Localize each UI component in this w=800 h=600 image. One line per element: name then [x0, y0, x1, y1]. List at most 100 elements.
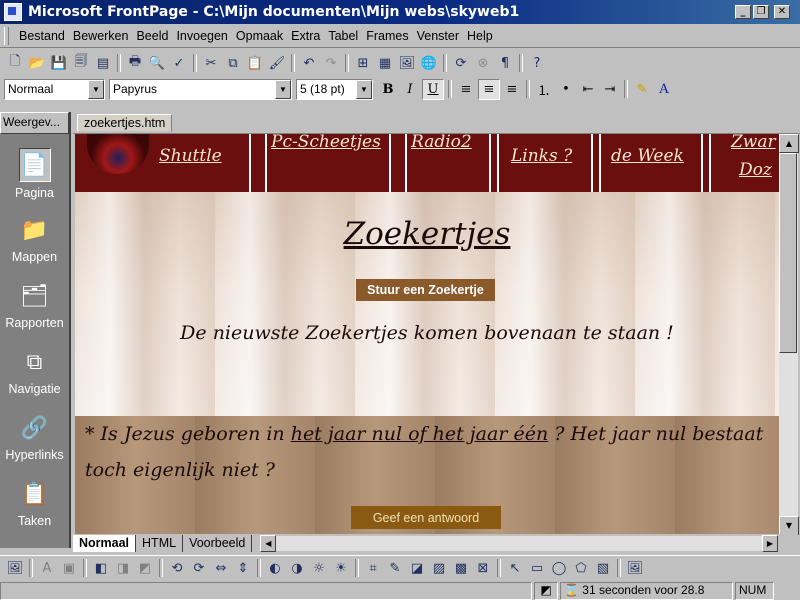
page-editor[interactable]: Shuttle Pc-Scheetjes Radio2 Links ? de W… — [75, 134, 779, 534]
refresh-icon[interactable]: ⟳ — [452, 54, 470, 72]
highlight-icon[interactable]: ✎ — [632, 80, 652, 99]
bevel-icon[interactable]: ▩ — [452, 559, 470, 577]
circle-hotspot-icon[interactable]: ◯ — [550, 559, 568, 577]
view-navigation[interactable]: ⧉ Navigatie — [0, 346, 69, 396]
hyperlink-icon[interactable]: 🌐 — [420, 54, 438, 72]
stop-icon[interactable]: ⊗ — [474, 54, 492, 72]
tab-voorbeeld[interactable]: Voorbeeld — [183, 534, 253, 552]
answer-button[interactable]: Geef een antwoord — [351, 506, 501, 529]
tab-normaal[interactable]: Normaal — [73, 534, 137, 552]
position-absolutely-icon[interactable]: ◧ — [92, 559, 110, 577]
font-select[interactable]: Papyrus ▼ — [109, 78, 292, 100]
save-icon[interactable]: 💾 — [50, 54, 68, 72]
underline-icon[interactable]: U — [422, 78, 444, 100]
nav-link-zwar[interactable]: Zwar — [731, 134, 776, 152]
close-button[interactable]: ✕ — [774, 5, 790, 19]
decrease-indent-icon[interactable]: ⇤ — [578, 80, 598, 99]
flip-vertical-icon[interactable]: ⇕ — [234, 559, 252, 577]
format-painter-icon[interactable]: 🖌 — [268, 54, 286, 72]
more-contrast-icon[interactable]: ◐ — [266, 559, 284, 577]
nav-link-doz[interactable]: Doz — [739, 160, 772, 180]
horizontal-scrollbar[interactable] — [276, 535, 762, 551]
copy-icon[interactable]: ⧉ — [224, 54, 242, 72]
more-brightness-icon[interactable]: ☼ — [310, 559, 328, 577]
font-color-icon[interactable]: A — [654, 80, 674, 99]
rotate-left-icon[interactable]: ⟲ — [168, 559, 186, 577]
menu-beeld[interactable]: Beeld — [132, 29, 172, 43]
style-select[interactable]: Normaal ▼ — [4, 78, 105, 100]
document-tab[interactable]: zoekertjes.htm — [77, 114, 173, 132]
scroll-up-icon[interactable]: ▲ — [779, 134, 799, 153]
menu-bestand[interactable]: Bestand — [15, 29, 69, 43]
align-right-icon[interactable]: ≡ — [502, 80, 522, 99]
bulleted-list-icon[interactable]: • — [556, 80, 576, 99]
scroll-thumb[interactable] — [779, 153, 797, 353]
nav-link-links[interactable]: Links ? — [511, 146, 572, 166]
increase-indent-icon[interactable]: ⇥ — [600, 80, 620, 99]
highlight-hotspots-icon[interactable]: ▧ — [594, 559, 612, 577]
bring-forward-icon[interactable]: ◨ — [114, 559, 132, 577]
wash-out-icon[interactable]: ▨ — [430, 559, 448, 577]
frontpage-app-icon[interactable] — [4, 3, 22, 21]
restore-picture-icon[interactable]: 🖼 — [626, 559, 644, 577]
print-preview-icon[interactable]: 🔍 — [148, 54, 166, 72]
vertical-scrollbar[interactable]: ▲ ▼ — [779, 134, 799, 535]
rectangle-hotspot-icon[interactable]: ▭ — [528, 559, 546, 577]
menu-frames[interactable]: Frames — [362, 29, 412, 43]
open-icon[interactable]: 📂 — [28, 54, 46, 72]
scroll-left-icon[interactable]: ◀ — [260, 534, 277, 552]
view-reports[interactable]: 🗂 Rapporten — [0, 280, 69, 330]
scroll-down-icon[interactable]: ▼ — [779, 516, 799, 535]
nav-link-week[interactable]: de Week — [611, 146, 684, 166]
tab-html[interactable]: HTML — [136, 534, 184, 552]
resample-icon[interactable]: ⊠ — [474, 559, 492, 577]
polygon-hotspot-icon[interactable]: ⬠ — [572, 559, 590, 577]
rotate-right-icon[interactable]: ⟳ — [190, 559, 208, 577]
numbered-list-icon[interactable]: ⒈ — [534, 80, 554, 99]
restore-button[interactable]: ❐ — [753, 5, 769, 19]
insert-picture-icon[interactable]: 🖼 — [398, 54, 416, 72]
auto-thumbnail-icon[interactable]: ▣ — [60, 559, 78, 577]
publish-icon[interactable]: 🗐 — [72, 54, 90, 72]
align-left-icon[interactable]: ≡ — [456, 80, 476, 99]
text-icon[interactable]: A — [38, 559, 56, 577]
minimize-button[interactable]: _ — [735, 5, 751, 19]
less-brightness-icon[interactable]: ☀ — [332, 559, 350, 577]
menubar-grip[interactable] — [4, 26, 9, 45]
menu-opmaak[interactable]: Opmaak — [232, 29, 287, 43]
insert-component-icon[interactable]: ⊞ — [354, 54, 372, 72]
nav-link-pc-scheetjes[interactable]: Pc-Scheetjes — [271, 134, 381, 152]
nav-link-radio2[interactable]: Radio2 — [411, 134, 472, 152]
print-icon[interactable]: 🖶 — [126, 54, 144, 72]
menu-bewerken[interactable]: Bewerken — [69, 29, 133, 43]
menu-venster[interactable]: Venster — [413, 29, 463, 43]
bold-icon[interactable]: B — [378, 80, 398, 99]
question-link[interactable]: het jaar nul of het jaar één — [291, 423, 548, 445]
select-icon[interactable]: ↖ — [506, 559, 524, 577]
less-contrast-icon[interactable]: ◑ — [288, 559, 306, 577]
spelling-icon[interactable]: ✓ — [170, 54, 188, 72]
insert-picture-icon[interactable]: 🖼 — [6, 559, 24, 577]
crop-icon[interactable]: ⌗ — [364, 559, 382, 577]
insert-table-icon[interactable]: ▦ — [376, 54, 394, 72]
menu-help[interactable]: Help — [463, 29, 497, 43]
views-toggle-icon[interactable]: ▤ — [94, 54, 112, 72]
view-hyperlinks[interactable]: 🔗 Hyperlinks — [0, 412, 69, 462]
menu-invoegen[interactable]: Invoegen — [172, 29, 231, 43]
paste-icon[interactable]: 📋 — [246, 54, 264, 72]
menu-tabel[interactable]: Tabel — [324, 29, 362, 43]
italic-icon[interactable]: I — [400, 80, 420, 99]
cut-icon[interactable]: ✂ — [202, 54, 220, 72]
menu-extra[interactable]: Extra — [287, 29, 324, 43]
new-icon[interactable]: 🗋 — [6, 54, 24, 72]
view-tasks[interactable]: 📋 Taken — [0, 478, 69, 528]
submit-ad-button[interactable]: Stuur een Zoekertje — [356, 279, 495, 301]
undo-icon[interactable]: ↶ — [300, 54, 318, 72]
flip-horizontal-icon[interactable]: ⇔ — [212, 559, 230, 577]
set-transparent-icon[interactable]: ✎ — [386, 559, 404, 577]
view-page[interactable]: 📄 Pagina — [0, 148, 69, 200]
send-backward-icon[interactable]: ◩ — [136, 559, 154, 577]
scroll-right-icon[interactable]: ▶ — [762, 534, 778, 552]
redo-icon[interactable]: ↷ — [322, 54, 340, 72]
help-icon[interactable]: ? — [528, 54, 546, 72]
